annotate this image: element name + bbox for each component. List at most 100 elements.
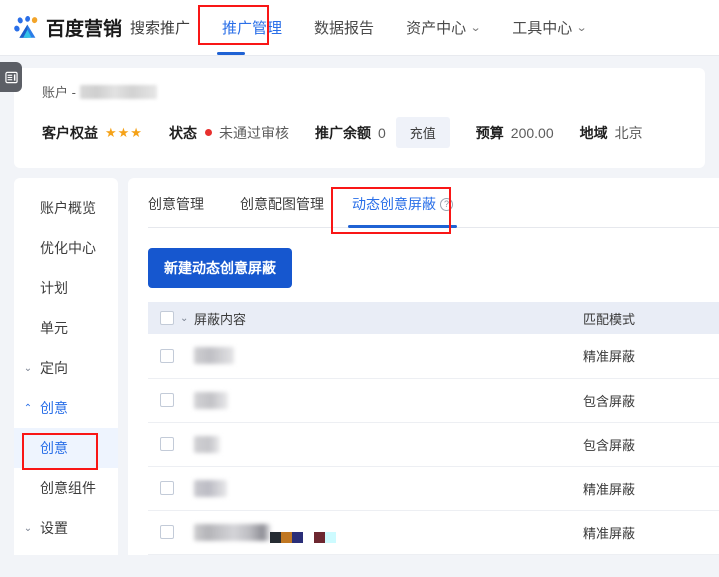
- table-row[interactable]: 包含屏蔽: [148, 422, 719, 467]
- new-dynamic-creative-block-button[interactable]: 新建动态创意屏蔽: [148, 248, 292, 288]
- chevron-down-icon[interactable]: ⌄: [180, 313, 188, 324]
- brand-subtitle: 搜索推广: [130, 20, 191, 37]
- row-checkbox[interactable]: [160, 481, 174, 495]
- field-region: 地域 北京: [580, 123, 643, 143]
- table-row[interactable]: 精准屏蔽: [148, 510, 719, 555]
- row-checkbox[interactable]: [160, 525, 174, 539]
- table-row[interactable]: 精准屏蔽: [148, 466, 719, 511]
- sidebar-item-label: 账户概览: [40, 200, 96, 216]
- table-row[interactable]: 精准屏蔽: [148, 334, 719, 379]
- nav-item-asset-center[interactable]: 资产中心 ⌄: [390, 0, 496, 55]
- row-checkbox[interactable]: [160, 393, 174, 407]
- cell-block-content: [194, 466, 579, 511]
- blocked-content-masked: [194, 435, 220, 453]
- nav-active-underline: [217, 52, 245, 55]
- tab-dynamic-creative-block[interactable]: 动态创意屏蔽 ?: [338, 194, 467, 228]
- row-select-cell: [148, 422, 194, 467]
- account-id-masked: [79, 84, 157, 99]
- cell-block-content: [194, 334, 579, 379]
- field-value: 0: [377, 124, 386, 141]
- tab-creative-management[interactable]: 创意管理: [148, 194, 218, 227]
- status-badge: 未通过审核: [218, 124, 289, 141]
- sidebar-item-label: 计划: [40, 280, 68, 296]
- nav-item-label: 资产中心: [406, 20, 467, 37]
- panel-collapse-icon[interactable]: [0, 62, 22, 92]
- chevron-down-icon: ⌄: [23, 522, 33, 534]
- color-swatches-masked: [270, 531, 336, 543]
- field-status: 状态 未通过审核: [169, 123, 289, 143]
- sidebar-group-targeting[interactable]: ⌄ 定向: [14, 348, 118, 388]
- match-mode-value: 精准屏蔽: [583, 525, 636, 541]
- cell-match-mode: 精准屏蔽: [579, 466, 719, 511]
- row-select-cell: [148, 334, 194, 379]
- sidebar-group-creative[interactable]: ⌃ 创意: [14, 388, 118, 428]
- recharge-button[interactable]: 充值: [395, 117, 450, 148]
- top-navigation-bar: 百度营销 搜索推广 推广管理 数据报告 资产中心 ⌄ 工具中心 ⌄: [0, 0, 719, 56]
- nav-item-tool-center[interactable]: 工具中心 ⌄: [496, 0, 602, 55]
- chevron-down-icon: ⌄: [576, 22, 588, 34]
- field-value: 北京: [614, 124, 643, 141]
- match-mode-value: 包含屏蔽: [583, 437, 636, 453]
- blocklist-table: ⌄ 屏蔽内容 匹配模式 精准屏蔽 包含屏蔽 包含屏蔽 精准屏蔽 精准屏蔽: [148, 302, 719, 555]
- status-dot-icon: [204, 129, 212, 136]
- chevron-down-icon: ⌄: [469, 22, 482, 34]
- blocked-content-masked: [194, 523, 271, 541]
- table-container: ⌄ 屏蔽内容 匹配模式 精准屏蔽 包含屏蔽 包含屏蔽 精准屏蔽 精准屏蔽: [148, 302, 719, 555]
- sidebar-group-settings[interactable]: ⌄ 设置: [14, 508, 118, 548]
- cell-block-content: [194, 510, 579, 555]
- sidebar-item-optimization-center[interactable]: 优化中心: [14, 228, 118, 268]
- row-select-cell: [148, 510, 194, 555]
- tab-label: 动态创意屏蔽: [352, 196, 436, 212]
- sidebar-navigation: 账户概览 优化中心 计划 单元 ⌄ 定向 ⌃ 创意 创意 创意组件 ⌄ 设置: [14, 178, 118, 555]
- account-summary-section: 账户 - 客户权益 ★★★ 状态 未通过审核 推广余额 0 充值 预算 200.…: [0, 56, 719, 168]
- table-header-block-content[interactable]: 屏蔽内容: [194, 302, 579, 334]
- brand-name: 百度营销: [46, 19, 123, 40]
- help-icon[interactable]: ?: [440, 197, 453, 211]
- sidebar-item-plan[interactable]: 计划: [14, 268, 118, 308]
- content-panel: 创意管理 创意配图管理 动态创意屏蔽 ? 新建动态创意屏蔽 ⌄ 屏蔽内容 匹配模…: [128, 178, 719, 555]
- sidebar-item-label: 创意组件: [40, 480, 96, 496]
- table-body: 精准屏蔽 包含屏蔽 包含屏蔽 精准屏蔽 精准屏蔽: [148, 334, 719, 555]
- main-nav-items: 推广管理 数据报告 资产中心 ⌄ 工具中心 ⌄: [206, 0, 603, 55]
- field-balance: 推广余额 0 充值: [315, 117, 450, 148]
- nav-item-label: 推广管理: [222, 20, 283, 37]
- sidebar-item-label: 定向: [40, 360, 68, 376]
- account-fields-row: 客户权益 ★★★ 状态 未通过审核 推广余额 0 充值 预算 200.00 地域…: [42, 117, 705, 148]
- table-header-select: ⌄: [148, 302, 194, 334]
- account-label: 账户 -: [42, 85, 76, 100]
- nav-item-promotion-management[interactable]: 推广管理: [206, 0, 298, 55]
- content-tabs: 创意管理 创意配图管理 动态创意屏蔽 ?: [148, 178, 719, 228]
- tab-creative-image-management[interactable]: 创意配图管理: [226, 194, 338, 227]
- sidebar-item-account-overview[interactable]: 账户概览: [14, 188, 118, 228]
- row-checkbox[interactable]: [160, 348, 174, 363]
- account-card: 账户 - 客户权益 ★★★ 状态 未通过审核 推广余额 0 充值 预算 200.…: [14, 68, 705, 168]
- row-select-cell: [148, 378, 194, 423]
- sidebar-item-label: 优化中心: [40, 240, 96, 256]
- chevron-down-icon: ⌄: [23, 362, 33, 374]
- table-header-match-mode[interactable]: 匹配模式: [579, 302, 719, 334]
- select-all-checkbox[interactable]: [160, 311, 174, 325]
- chevron-up-icon: ⌃: [23, 402, 33, 414]
- cell-block-content: [194, 422, 579, 467]
- baidu-paw-logo-icon: [14, 15, 40, 40]
- table-header: ⌄ 屏蔽内容 匹配模式: [148, 302, 719, 334]
- field-label: 状态: [168, 124, 197, 141]
- cell-match-mode: 包含屏蔽: [579, 378, 719, 423]
- blocked-content-masked: [194, 347, 234, 365]
- sidebar-item-label: 创意: [40, 440, 68, 456]
- brand-logo-group[interactable]: 百度营销 搜索推广: [14, 14, 190, 41]
- page-body: 账户概览 优化中心 计划 单元 ⌄ 定向 ⌃ 创意 创意 创意组件 ⌄ 设置 创…: [0, 168, 719, 555]
- nav-item-data-report[interactable]: 数据报告: [298, 0, 390, 55]
- cell-match-mode: 精准屏蔽: [579, 510, 719, 555]
- field-value: 200.00: [510, 124, 554, 141]
- row-checkbox[interactable]: [160, 437, 174, 451]
- sidebar-item-creative[interactable]: 创意: [14, 428, 118, 468]
- sidebar-item-creative-component[interactable]: 创意组件: [14, 468, 118, 508]
- column-header-label: 屏蔽内容: [194, 311, 247, 327]
- match-mode-value: 精准屏蔽: [583, 349, 636, 365]
- field-label: 推广余额: [314, 124, 371, 141]
- sidebar-item-unit[interactable]: 单元: [14, 308, 118, 348]
- cell-match-mode: 精准屏蔽: [579, 334, 719, 379]
- tab-label: 创意配图管理: [240, 196, 324, 212]
- table-row[interactable]: 包含屏蔽: [148, 378, 719, 423]
